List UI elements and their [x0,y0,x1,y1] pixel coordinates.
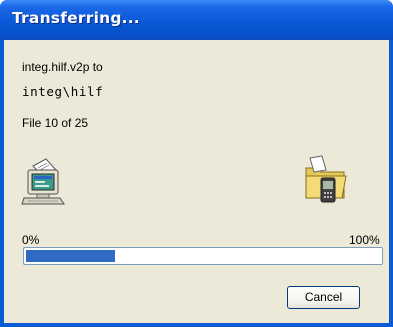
title-bar[interactable]: Transferring... [0,0,393,40]
dialog-body: integ.hilf.v2p to integ\hilf File 10 of … [4,40,389,323]
cancel-button[interactable]: Cancel [287,286,360,309]
progress-min-label: 0% [22,233,40,247]
progress-bar [23,247,383,265]
progress-bar-fill [26,250,115,262]
handheld-folder-icon [305,155,347,203]
progress-max-label: 100% [349,233,380,247]
file-counter-text: File 10 of 25 [22,116,89,130]
destination-path-text: integ\hilf [22,84,104,99]
transfer-dialog: Transferring... integ.hilf.v2p to integ\… [0,0,393,327]
window-title: Transferring... [12,9,140,27]
desktop-computer-icon [21,158,65,205]
source-file-text: integ.hilf.v2p to [22,60,103,74]
